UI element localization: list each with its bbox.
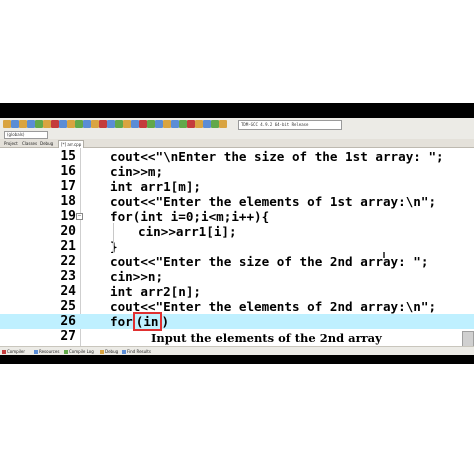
code-line: 17 int arr1[m]; [0,179,474,194]
toolbar-button-icon[interactable] [27,120,35,128]
code-line: 20 cin>>arr1[i]; [0,224,474,239]
code-text: cout<<"Enter the size of the 2nd array: … [110,254,429,269]
video-caption: Input the elements of the 2nd array [151,331,382,345]
code-text: cin>>m; [110,164,164,179]
toolbar-button-icon[interactable] [59,120,67,128]
status-tab-label: Compiler [7,349,26,354]
tab-debug[interactable]: Debug [38,140,55,147]
toolbar-button-icon[interactable] [75,120,83,128]
line-number: 27 [60,329,76,344]
line-number: 26 [60,314,76,329]
code-line: 24 int arr2[n]; [0,284,474,299]
toolbar-button-icon[interactable] [171,120,179,128]
toolbar-button-icon[interactable] [179,120,187,128]
status-tab-find-results[interactable]: Find Results [122,347,151,355]
toolbar-button-icon[interactable] [195,120,203,128]
code-line: 15 cout<<"\nEnter the size of the 1st ar… [0,149,474,164]
toolbar-button-icon[interactable] [99,120,107,128]
toolbar-button-icon[interactable] [19,120,27,128]
tab-classes[interactable]: Classes [20,140,39,147]
bottom-panel-tabs: Compiler Resources Compile Log Debug Fin… [0,346,474,355]
mouse-text-cursor-icon [383,252,385,258]
code-keyword: for [110,314,133,329]
status-tab-label: Find Results [127,349,151,354]
toolbar-button-icon[interactable] [67,120,75,128]
line-number: 21 [60,239,76,254]
tab-bar: Project Classes Debug [*] arr.cpp [0,139,474,148]
resources-icon [34,350,38,354]
toolbar-button-icon[interactable] [211,120,219,128]
status-tab-debug[interactable]: Debug [100,347,118,355]
ide-window: TDM-GCC 4.9.2 64-bit Release (globals) P… [0,118,474,355]
line-number: 18 [60,194,76,209]
toolbar-button-icon[interactable] [219,120,227,128]
status-tab-compile-log[interactable]: Compile Log [64,347,94,355]
code-line: 25 cout<<"Enter the elements of 2nd arra… [0,299,474,314]
code-text: cin>>n; [110,269,164,284]
code-text: int arr1[m]; [110,179,201,194]
status-tab-resources[interactable]: Resources [34,347,59,355]
code-text: cin>>arr1[i]; [138,224,237,239]
toolbar-button-icon[interactable] [131,120,139,128]
debug-icon [100,350,104,354]
code-line: 23 cin>>n; [0,269,474,284]
toolbar-button-icon[interactable] [139,120,147,128]
toolbar-button-icon[interactable] [3,120,11,128]
vertical-scrollbar[interactable] [462,331,474,346]
line-number: 15 [60,149,76,164]
line-number: 25 [60,299,76,314]
code-text: for(int i=0;i<m;i++){ [110,209,270,224]
code-line: 16 cin>>m; [0,164,474,179]
toolbar-button-icon[interactable] [155,120,163,128]
status-tab-label: Debug [105,349,119,354]
toolbar-button-icon[interactable] [187,120,195,128]
code-text: cout<<"Enter the elements of 1st array:\… [110,194,437,209]
compiler-select[interactable]: TDM-GCC 4.9.2 64-bit Release [238,120,342,130]
line-number: 22 [60,254,76,269]
toolbar-button-icon[interactable] [91,120,99,128]
status-tab-label: Resources [39,349,60,354]
code-text: for (in) [110,312,170,331]
find-results-icon [122,350,126,354]
toolbar-button-icon[interactable] [35,120,43,128]
toolbar-button-icon[interactable] [107,120,115,128]
toolbar-button-icon[interactable] [83,120,91,128]
code-line: 22 cout<<"Enter the size of the 2nd arra… [0,254,474,269]
line-number: 24 [60,284,76,299]
fold-toggle-icon[interactable]: − [76,213,83,220]
code-line: 18 cout<<"Enter the elements of 1st arra… [0,194,474,209]
toolbar-button-icon[interactable] [147,120,155,128]
status-tab-label: Compile Log [69,349,94,354]
toolbar-button-icon[interactable] [51,120,59,128]
toolbar-button-icon[interactable] [11,120,19,128]
line-number: 19 [60,209,76,224]
status-tab-compiler[interactable]: Compiler [2,347,25,355]
line-number: 23 [60,269,76,284]
code-line: 21 } [0,239,474,254]
indent-guide [113,223,114,253]
code-close-paren: ) [161,314,170,329]
code-line: 19 − for(int i=0;i<m;i++){ [0,209,474,224]
code-editor[interactable]: 15 cout<<"\nEnter the size of the 1st ar… [0,148,474,346]
toolbar-button-icon[interactable] [115,120,123,128]
line-number: 17 [60,179,76,194]
toolbar-button-icon[interactable] [43,120,51,128]
compiler-icon [2,350,6,354]
line-number: 16 [60,164,76,179]
line-number: 20 [60,224,76,239]
tab-file-arr-cpp[interactable]: [*] arr.cpp [58,140,85,148]
toolbar-button-icon[interactable] [203,120,211,128]
code-text: cout<<"\nEnter the size of the 1st array… [110,149,444,164]
tab-project[interactable]: Project [2,140,20,147]
current-code-line: 26 for (in) [0,312,474,331]
code-text: int arr2[n]; [110,284,201,299]
toolbar-button-icon[interactable] [163,120,171,128]
scope-select[interactable]: (globals) [4,131,48,139]
toolbar-button-icon[interactable] [123,120,131,128]
compile-log-icon [64,350,68,354]
